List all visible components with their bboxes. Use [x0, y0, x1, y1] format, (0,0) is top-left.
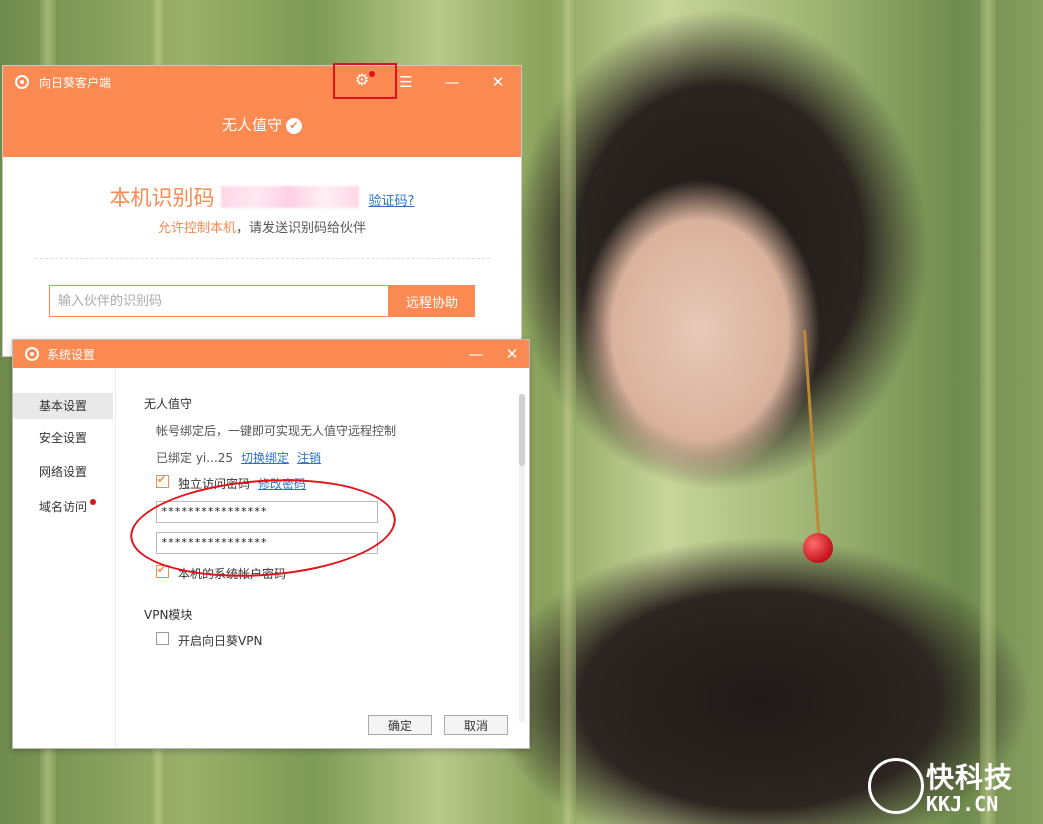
cancel-button[interactable]: 取消 — [444, 715, 508, 735]
domain-notification-dot — [90, 499, 96, 505]
watermark-logo-icon — [868, 758, 924, 814]
device-id-row: 本机识别码 验证码? — [3, 182, 521, 212]
watermark-en: KKJ.CN — [926, 792, 999, 816]
settings-minimize-button[interactable]: — — [461, 343, 491, 365]
menu-button[interactable]: ☰ — [391, 71, 421, 93]
bamboo-stalk — [560, 0, 576, 824]
scrollbar-thumb[interactable] — [519, 394, 525, 466]
device-id-blurred — [220, 186, 359, 208]
settings-sidebar: 基本设置 安全设置 网络设置 域名访问 — [13, 368, 116, 748]
client-header: 向日葵客户端 ⚙ ☰ — ✕ 无人值守 ✔ — [3, 63, 521, 157]
allow-control-link[interactable]: 允许控制本机 — [158, 221, 236, 236]
bound-account-text: 已绑定 yi...25 — [156, 451, 233, 465]
mode-label: 无人值守 — [221, 116, 282, 134]
earring — [803, 329, 821, 540]
sidebar-item-basic[interactable]: 基本设置 — [13, 393, 113, 419]
sunflower-logo-icon — [15, 75, 29, 89]
settings-scrollbar[interactable] — [519, 394, 525, 722]
client-window: 向日葵客户端 ⚙ ☰ — ✕ 无人值守 ✔ 本机识别码 验证码? 允许控制本机，请发… — [2, 63, 522, 357]
bound-account-row: 已绑定 yi...25 切换绑定 注销 — [156, 449, 321, 466]
cherry-earring — [803, 533, 833, 563]
settings-title: 系统设置 — [47, 348, 96, 362]
id-hint: 允许控制本机，请发送识别码给伙伴 — [3, 217, 521, 236]
vpn-section-title: VPN模块 — [144, 608, 193, 622]
vpn-enable-label: 开启向日葵VPN — [178, 634, 263, 648]
bamboo-stalk — [980, 0, 996, 824]
settings-close-button[interactable]: ✕ — [497, 343, 527, 365]
unattended-mode: 无人值守 ✔ — [3, 114, 521, 135]
close-button[interactable]: ✕ — [483, 71, 513, 93]
logout-link[interactable]: 注销 — [297, 451, 321, 465]
independent-password-checkbox[interactable] — [156, 473, 169, 488]
verify-code-link[interactable]: 验证码? — [369, 194, 415, 209]
unattended-description: 帐号绑定后，一键即可实现无人值守远程控制 — [156, 424, 397, 438]
settings-header: 系统设置 — ✕ — [13, 340, 529, 368]
remote-assist-button[interactable]: 远程协助 — [389, 285, 475, 317]
settings-gear-icon[interactable]: ⚙ — [354, 72, 370, 88]
divider — [35, 258, 490, 259]
sidebar-item-domain[interactable]: 域名访问 — [13, 494, 113, 520]
partner-id-input[interactable] — [49, 285, 389, 317]
device-id-label: 本机识别码 — [109, 186, 215, 210]
watermark-cn: 快科技 — [926, 761, 1014, 794]
sidebar-item-security[interactable]: 安全设置 — [13, 425, 113, 451]
ok-button[interactable]: 确定 — [368, 715, 432, 735]
sidebar-item-network[interactable]: 网络设置 — [13, 459, 113, 485]
check-circle-icon: ✔ — [286, 118, 302, 134]
unattended-section-title: 无人值守 — [144, 397, 193, 411]
notification-dot — [369, 71, 375, 77]
sunflower-logo-icon — [25, 347, 39, 361]
vpn-enable-checkbox[interactable] — [156, 632, 169, 645]
minimize-button[interactable]: — — [437, 71, 467, 93]
settings-highlight-box: ⚙ — [333, 63, 397, 99]
client-title: 向日葵客户端 — [39, 76, 112, 90]
send-hint-text: ，请发送识别码给伙伴 — [236, 221, 367, 236]
watermark: 快科技 KKJ.CN — [866, 756, 1036, 818]
switch-binding-link[interactable]: 切换绑定 — [241, 451, 289, 465]
